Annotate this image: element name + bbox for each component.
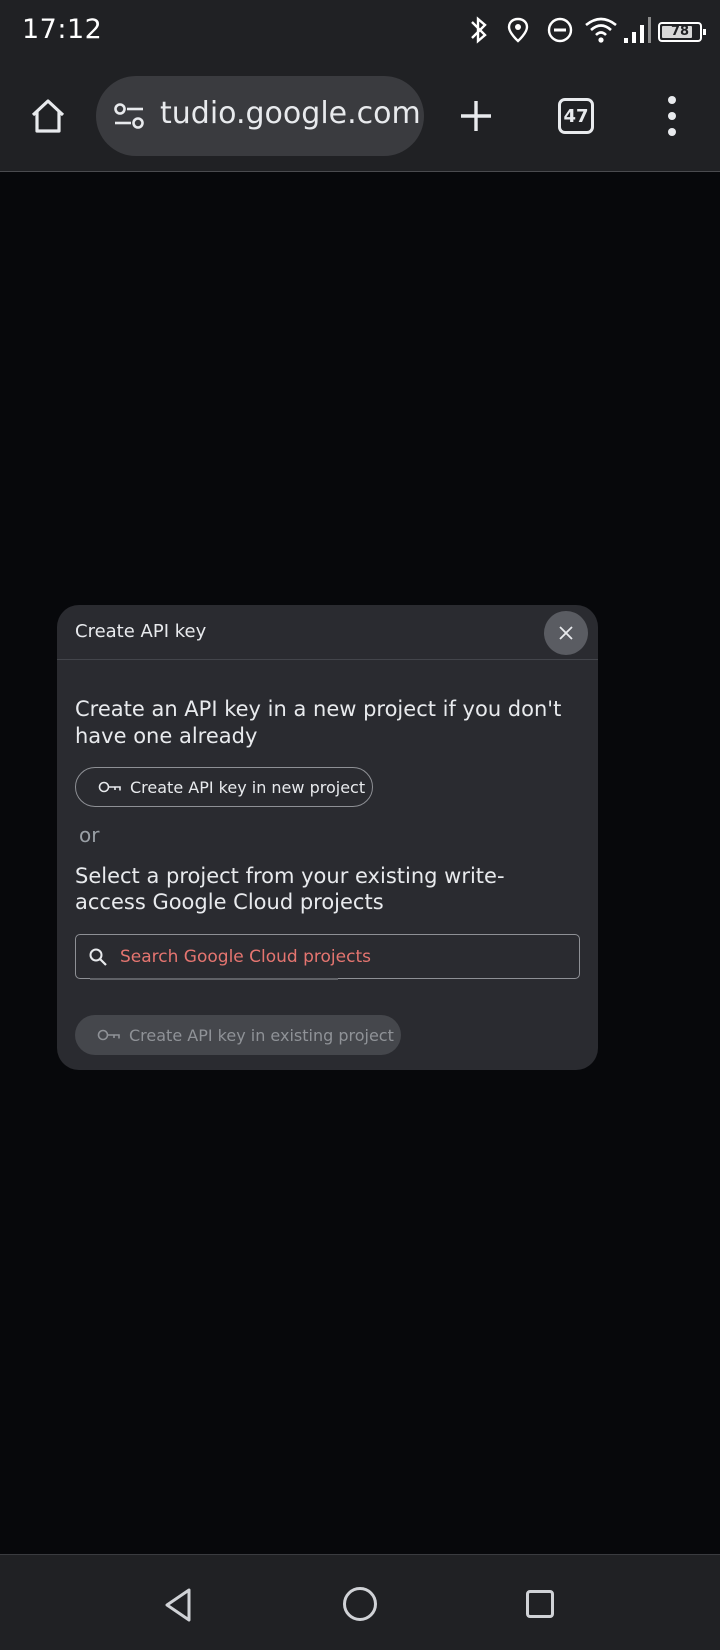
- new-project-description: Create an API key in a new project if yo…: [75, 697, 562, 748]
- url-text[interactable]: tudio.google.com: [160, 96, 420, 131]
- signal-icon: [624, 17, 651, 43]
- back-icon[interactable]: [162, 1587, 194, 1623]
- site-settings-icon[interactable]: [112, 100, 146, 132]
- key-icon: [97, 1029, 120, 1041]
- key-icon: [98, 781, 121, 793]
- dialog-header: Create API key: [57, 605, 598, 660]
- home-circle-icon[interactable]: [343, 1587, 377, 1621]
- new-tab-button[interactable]: [452, 88, 500, 144]
- close-icon: [559, 626, 573, 640]
- close-button[interactable]: [544, 611, 588, 655]
- more-menu-icon[interactable]: [660, 94, 684, 138]
- project-search-field[interactable]: [75, 934, 580, 980]
- new-tab-icon: [461, 101, 491, 131]
- search-progress-line: [90, 978, 338, 980]
- battery-level: 78: [670, 24, 690, 39]
- existing-project-description: Select a project from your existing writ…: [75, 864, 505, 914]
- tabs-icon[interactable]: 47: [558, 98, 594, 134]
- system-nav-bar: [0, 1554, 720, 1650]
- address-bar[interactable]: tudio.google.com: [96, 76, 424, 156]
- wifi-icon: [585, 17, 617, 43]
- bluetooth-icon: [471, 16, 487, 44]
- tab-count: 47: [563, 105, 589, 127]
- create-key-new-project-button[interactable]: Create API key in new project: [75, 767, 373, 807]
- status-time: 17:12: [22, 14, 103, 45]
- do-not-disturb-icon: [547, 17, 573, 43]
- battery-icon: 78: [658, 22, 706, 42]
- status-bar: 17:12 78: [0, 0, 720, 62]
- search-icon: [89, 948, 107, 966]
- location-icon: [507, 17, 529, 43]
- create-key-new-project-label: Create API key in new project: [130, 777, 366, 797]
- dialog-title: Create API key: [75, 621, 207, 642]
- browser-toolbar: tudio.google.com 47: [0, 62, 720, 172]
- or-separator: or: [79, 823, 100, 847]
- project-search-input[interactable]: [120, 941, 560, 973]
- recents-icon[interactable]: [526, 1590, 554, 1618]
- create-key-existing-project-button[interactable]: Create API key in existing project: [75, 1015, 401, 1055]
- home-button[interactable]: [22, 90, 74, 142]
- create-api-key-dialog: Create API key Create an API key in a ne…: [57, 605, 598, 1070]
- home-icon: [31, 99, 65, 133]
- create-key-existing-project-label: Create API key in existing project: [129, 1025, 394, 1045]
